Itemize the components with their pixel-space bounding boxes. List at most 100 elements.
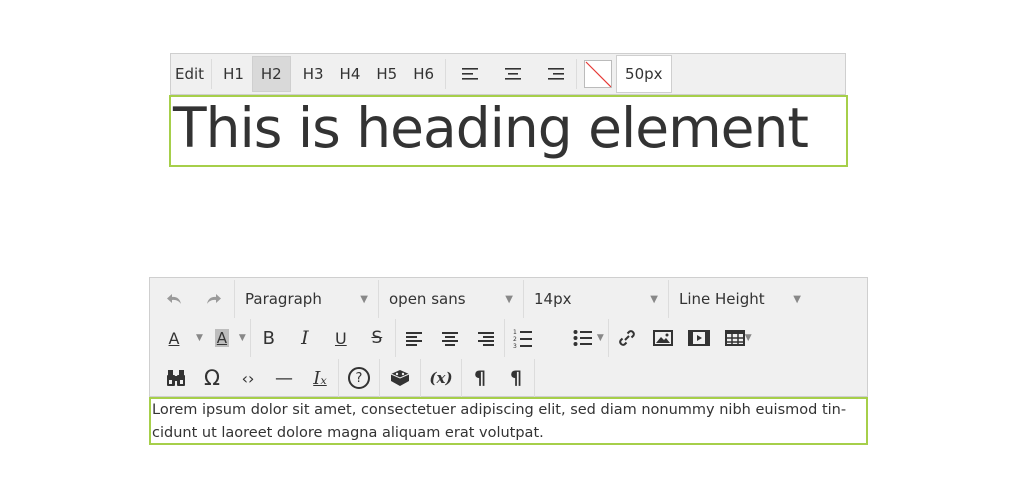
insert-variable-button[interactable]: (x) [421, 360, 461, 396]
undo-button[interactable] [154, 281, 194, 317]
text-color-button[interactable]: A [158, 320, 190, 356]
find-replace-button[interactable] [158, 360, 194, 396]
h2-button[interactable]: H2 [251, 56, 291, 92]
video-icon [687, 330, 710, 346]
heading-edit-area[interactable]: This is heading element [169, 95, 848, 167]
chevron-down-icon[interactable]: ▼ [745, 333, 752, 343]
insert-video-button[interactable] [681, 320, 717, 356]
bold-icon: B [262, 327, 276, 349]
rich-text-editor: Paragraph ▼ open sans ▼ 14px ▼ Line Heig… [149, 277, 868, 445]
block-icon [390, 370, 410, 386]
source-code-button[interactable]: ‹› [230, 360, 266, 396]
ltr-direction-button[interactable]: ¶ [462, 360, 498, 396]
h4-button[interactable]: H4 [332, 56, 369, 92]
strikethrough-button[interactable]: S [359, 320, 395, 356]
font-family-value: open sans [389, 290, 466, 308]
image-icon [652, 330, 673, 346]
align-center-icon [505, 68, 522, 80]
rtl-icon: ¶ [509, 367, 523, 389]
toolbar-divider [445, 59, 447, 89]
edit-button[interactable]: Edit [171, 56, 208, 92]
h6-button[interactable]: H6 [405, 56, 442, 92]
font-family-dropdown[interactable]: open sans ▼ [379, 280, 523, 318]
align-right-icon [477, 332, 494, 346]
bullet-list-icon [573, 330, 592, 346]
svg-text:1: 1 [513, 329, 517, 336]
h5-button[interactable]: H5 [368, 56, 405, 92]
font-size-dropdown[interactable]: 14px ▼ [524, 280, 668, 318]
justify-left-button[interactable] [396, 320, 432, 356]
content-paragraph[interactable]: Lorem ipsum dolor sit amet, consectetuer… [152, 399, 864, 445]
chevron-down-icon[interactable]: ▼ [196, 333, 203, 343]
clear-formatting-icon: Iₓ [313, 367, 327, 389]
font-size-value: 14px [534, 290, 572, 308]
editor-content-area[interactable]: Lorem ipsum dolor sit amet, consectetuer… [149, 397, 868, 445]
undo-icon [167, 294, 181, 304]
ltr-icon: ¶ [473, 367, 487, 389]
chevron-down-icon[interactable]: ▼ [239, 333, 246, 343]
toolbar-divider [576, 59, 578, 89]
align-left-icon [462, 68, 479, 80]
align-right-icon [548, 68, 565, 80]
justify-center-button[interactable] [432, 320, 468, 356]
background-color-button[interactable]: A [207, 320, 237, 356]
numbered-list-icon: 123 [513, 329, 532, 348]
h1-button[interactable]: H1 [215, 56, 252, 92]
italic-button[interactable]: I [287, 320, 323, 356]
line-height-dropdown[interactable]: Line Height ▼ [669, 280, 811, 318]
align-center-button[interactable] [495, 56, 531, 92]
toolbar-divider [534, 359, 535, 397]
insert-image-button[interactable] [645, 320, 681, 356]
redo-icon [207, 294, 221, 304]
binoculars-icon [167, 370, 185, 386]
align-center-icon [441, 332, 458, 346]
underline-icon: U [334, 328, 347, 348]
align-left-icon [405, 332, 422, 346]
bold-button[interactable]: B [251, 320, 287, 356]
code-icon: ‹› [241, 368, 255, 388]
line-height-value: Line Height [679, 290, 765, 308]
horizontal-rule-icon: — [275, 367, 293, 389]
insert-block-button[interactable] [380, 360, 420, 396]
text-color-picker[interactable] [584, 60, 613, 88]
background-color-icon: A [214, 329, 230, 347]
toolbar-divider [211, 59, 213, 89]
bullet-list-button[interactable] [565, 320, 601, 356]
align-left-button[interactable] [453, 56, 489, 92]
horizontal-rule-button[interactable]: — [266, 360, 302, 396]
table-icon [724, 330, 745, 346]
underline-button[interactable]: U [323, 320, 359, 356]
font-size-input[interactable]: 50px [616, 55, 672, 93]
h3-button[interactable]: H3 [295, 56, 332, 92]
link-icon [618, 330, 635, 346]
chevron-down-icon: ▼ [360, 293, 368, 305]
omega-icon: Ω [203, 366, 221, 390]
numbered-list-button[interactable]: 123 [505, 320, 541, 356]
help-icon: ? [348, 367, 370, 389]
no-color-icon [585, 61, 612, 87]
block-format-dropdown[interactable]: Paragraph ▼ [235, 280, 378, 318]
chevron-down-icon: ▼ [505, 293, 513, 305]
toolbar-row-2: A ▼ A ▼ B I U S 1 2 3 ▼ ▼ [150, 318, 756, 358]
italic-icon: I [301, 327, 309, 349]
redo-button[interactable] [194, 281, 234, 317]
chevron-down-icon[interactable]: ▼ [597, 333, 604, 343]
insert-link-button[interactable] [609, 320, 645, 356]
editor-toolbar: Paragraph ▼ open sans ▼ 14px ▼ Line Heig… [149, 277, 868, 397]
variable-icon: (x) [429, 369, 453, 387]
align-right-button[interactable] [537, 56, 573, 92]
rtl-direction-button[interactable]: ¶ [498, 360, 534, 396]
clear-formatting-button[interactable]: Iₓ [302, 360, 338, 396]
heading-text[interactable]: This is heading element [173, 97, 809, 160]
help-icon-glyph: ? [355, 370, 363, 386]
toolbar-row-1: Paragraph ▼ open sans ▼ 14px ▼ Line Heig… [150, 279, 811, 319]
heading-toolbar: Edit H1 H2 H3 H4 H5 H6 50px [170, 53, 846, 95]
svg-text:2: 2 [513, 336, 517, 343]
special-character-button[interactable]: Ω [194, 360, 230, 396]
toolbar-row-3: Ω ‹› — Iₓ ? (x) ¶ ¶ [150, 358, 535, 398]
chevron-down-icon: ▼ [650, 293, 658, 305]
block-format-value: Paragraph [245, 290, 322, 308]
help-button[interactable]: ? [339, 360, 379, 396]
justify-right-button[interactable] [468, 320, 504, 356]
strikethrough-icon: S [371, 328, 383, 348]
